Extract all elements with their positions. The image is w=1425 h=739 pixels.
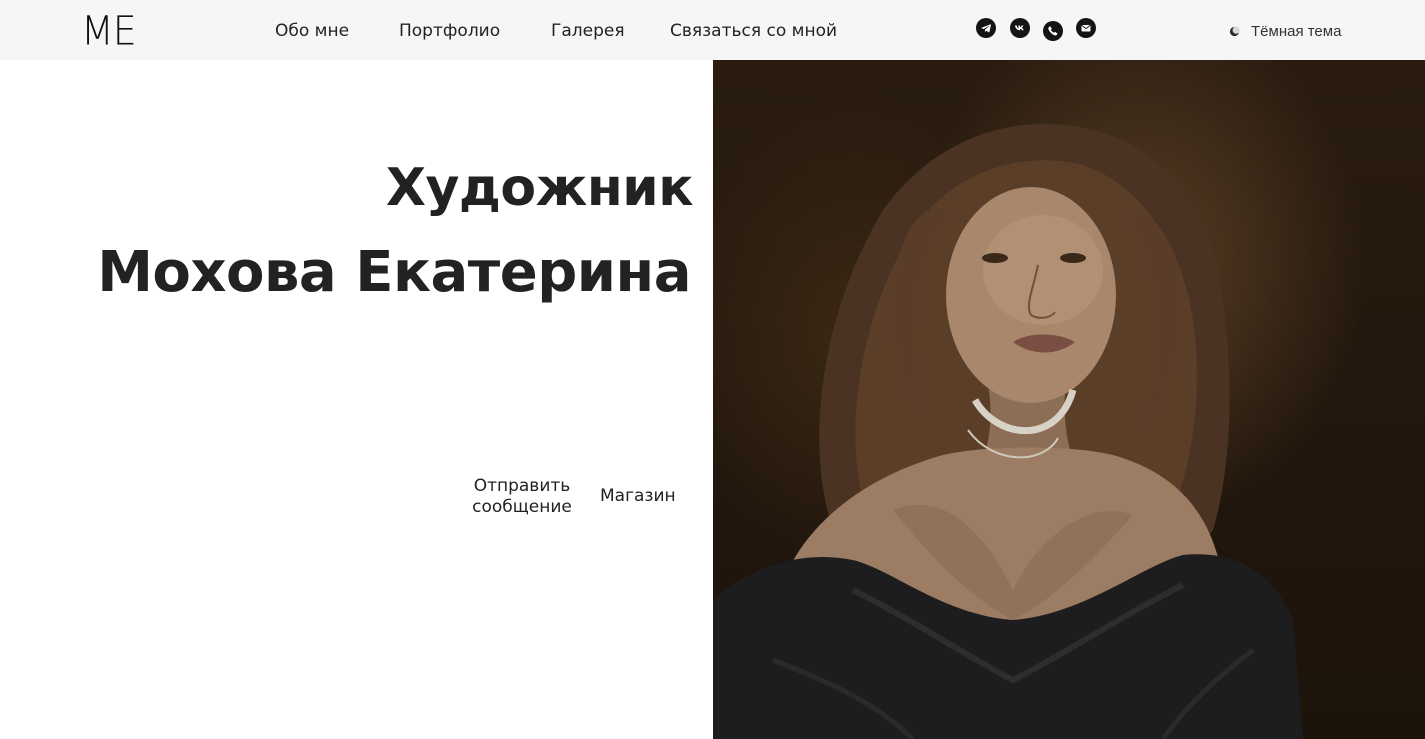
dark-theme-toggle[interactable]: Тёмная тема bbox=[1229, 21, 1341, 41]
nav-item-contact[interactable]: Связаться со мной bbox=[670, 20, 837, 42]
email-icon[interactable] bbox=[1076, 18, 1096, 38]
vk-icon[interactable] bbox=[1010, 18, 1030, 38]
nav-item-portfolio[interactable]: Портфолио bbox=[399, 20, 500, 42]
moon-icon bbox=[1229, 26, 1240, 36]
hero-title-name: Мохова Екатерина bbox=[97, 240, 691, 305]
nav-item-about[interactable]: Обо мне bbox=[275, 20, 349, 42]
phone-icon[interactable] bbox=[1043, 21, 1063, 41]
theme-label: Тёмная тема bbox=[1251, 22, 1342, 40]
portrait-illustration bbox=[713, 123, 1303, 739]
logo[interactable]: ME bbox=[81, 9, 137, 53]
send-message-link[interactable]: Отправить сообщение bbox=[462, 476, 582, 518]
hero-title-profession: Художник bbox=[385, 158, 694, 218]
site-header: ME Обо мне Портфолио Галерея Связаться с… bbox=[0, 0, 1425, 60]
shop-link[interactable]: Магазин bbox=[600, 486, 676, 507]
telegram-icon[interactable] bbox=[976, 18, 996, 38]
hero-intro: Художник Мохова Екатерина Отправить сооб… bbox=[0, 60, 713, 739]
nav-item-gallery[interactable]: Галерея bbox=[551, 20, 625, 42]
portrait-photo bbox=[713, 60, 1425, 739]
